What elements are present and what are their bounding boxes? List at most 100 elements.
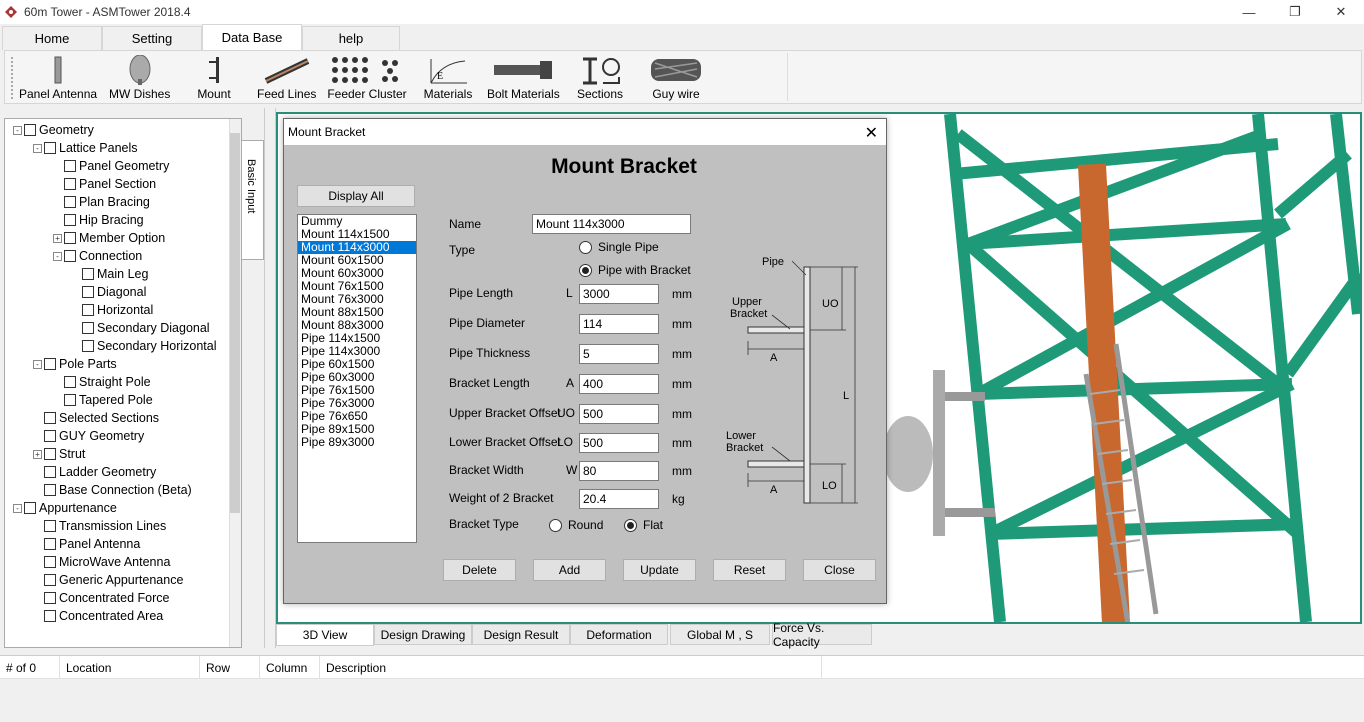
tab-deformation[interactable]: Deformation [570,624,668,645]
tree-node[interactable]: Secondary Horizontal [82,337,217,355]
tree-checkbox[interactable] [82,304,94,316]
collapse-icon[interactable]: - [13,503,22,513]
tree-node[interactable]: MicroWave Antenna [44,553,170,571]
tree-checkbox[interactable] [64,250,76,262]
tree-node[interactable]: + Strut [33,445,85,463]
add-button[interactable]: Add [533,559,606,581]
tab-global-ms[interactable]: Global M , S [670,624,770,645]
tree-node[interactable]: - Appurtenance [13,499,117,517]
tree-node[interactable]: Panel Section [64,175,156,193]
basic-input-tab[interactable]: Basic Input [242,140,264,260]
tree-node[interactable]: GUY Geometry [44,427,144,445]
close-window-icon[interactable]: ✕ [1318,0,1364,24]
dialog-close-icon[interactable]: ✕ [865,123,878,143]
pipe-with-bracket-radio[interactable]: Pipe with Bracket [579,263,691,277]
materials-button[interactable]: E Materials [423,55,473,101]
mount-button[interactable]: Mount [191,55,237,101]
bolt-materials-button[interactable]: Bolt Materials [487,55,560,101]
delete-button[interactable]: Delete [443,559,516,581]
tree-checkbox[interactable] [44,358,56,370]
tree-node[interactable]: Transmission Lines [44,517,166,535]
collapse-icon[interactable]: - [33,359,42,369]
field-input[interactable]: 80 [579,461,659,481]
update-button[interactable]: Update [623,559,696,581]
reset-button[interactable]: Reset [713,559,786,581]
tree-checkbox[interactable] [44,412,56,424]
tab-help[interactable]: help [302,26,400,50]
tree-checkbox[interactable] [44,538,56,550]
field-input[interactable]: 5 [579,344,659,364]
tree-checkbox[interactable] [44,574,56,586]
tree-scrollbar[interactable] [229,119,241,647]
field-input[interactable]: 20.4 [579,489,659,509]
minimize-icon[interactable]: — [1226,0,1272,24]
sections-button[interactable]: Sections [575,55,625,101]
feeder-cluster-button[interactable]: Feeder Cluster [327,55,407,101]
tree-node[interactable]: - Lattice Panels [33,139,138,157]
tab-design-result[interactable]: Design Result [472,624,570,645]
tree-checkbox[interactable] [44,610,56,622]
tab-data-base[interactable]: Data Base [202,24,302,50]
tree-node[interactable]: Base Connection (Beta) [44,481,192,499]
tree-checkbox[interactable] [82,340,94,352]
mount-list[interactable]: Dummy Mount 114x1500 Mount 114x3000 Mount 6… [297,214,417,543]
tree-checkbox[interactable] [24,502,36,514]
tree-checkbox[interactable] [64,232,76,244]
name-input[interactable]: Mount 114x3000 [532,214,691,234]
tree-node[interactable]: Concentrated Force [44,589,169,607]
field-input[interactable]: 3000 [579,284,659,304]
col-row[interactable]: Row [200,656,260,680]
tab-3d-view[interactable]: 3D View [276,624,374,646]
tree-node[interactable]: Hip Bracing [64,211,144,229]
tree-node[interactable]: + Member Option [53,229,165,247]
tree-checkbox[interactable] [64,178,76,190]
tree-node[interactable]: Tapered Pole [64,391,153,409]
col-column[interactable]: Column [260,656,320,680]
tree-checkbox[interactable] [24,124,36,136]
tree-checkbox[interactable] [44,448,56,460]
display-all-button[interactable]: Display All [297,185,415,207]
tree-node[interactable]: Plan Bracing [64,193,150,211]
scrollbar-thumb[interactable] [230,133,240,513]
tree-node[interactable]: Straight Pole [64,373,151,391]
tree-checkbox[interactable] [44,520,56,532]
field-input[interactable]: 114 [579,314,659,334]
tree-node[interactable]: - Geometry [13,121,94,139]
tree-checkbox[interactable] [44,556,56,568]
tree-node[interactable]: Ladder Geometry [44,463,156,481]
restore-icon[interactable]: ❐ [1272,0,1318,24]
tree-checkbox[interactable] [64,376,76,388]
tree-checkbox[interactable] [44,142,56,154]
tree-checkbox[interactable] [44,430,56,442]
tab-force-vs-capacity[interactable]: Force Vs. Capacity [772,621,872,649]
field-input[interactable]: 400 [579,374,659,394]
tree-checkbox[interactable] [64,160,76,172]
guy-wire-button[interactable]: Guy wire [647,55,705,101]
field-input[interactable]: 500 [579,404,659,424]
tree-checkbox[interactable] [82,322,94,334]
panel-antenna-button[interactable]: Panel Antenna [19,55,97,101]
col-count[interactable]: # of 0 [0,656,60,680]
close-button[interactable]: Close [803,559,876,581]
tree-checkbox[interactable] [82,286,94,298]
tab-home[interactable]: Home [2,26,102,50]
list-item[interactable]: Pipe 89x3000 [298,436,416,449]
tree-node[interactable]: Generic Appurtenance [44,571,183,589]
tree-node[interactable]: Main Leg [82,265,148,283]
tree-node[interactable]: Diagonal [82,283,146,301]
expand-icon[interactable]: + [33,449,42,459]
tree-node[interactable]: - Pole Parts [33,355,117,373]
tree-checkbox[interactable] [44,484,56,496]
tree-node[interactable]: Horizontal [82,301,153,319]
tab-design-drawing[interactable]: Design Drawing [374,624,472,645]
tree-node[interactable]: Panel Geometry [64,157,169,175]
tree-node[interactable]: - Connection [53,247,142,265]
mw-dishes-button[interactable]: MW Dishes [109,55,170,101]
collapse-icon[interactable]: - [13,125,22,135]
round-radio[interactable]: Round [549,518,603,532]
flat-radio[interactable]: Flat [624,518,663,532]
tree-node[interactable]: Concentrated Area [44,607,163,625]
tree-checkbox[interactable] [44,466,56,478]
collapse-icon[interactable]: - [33,143,42,153]
tree-checkbox[interactable] [44,592,56,604]
